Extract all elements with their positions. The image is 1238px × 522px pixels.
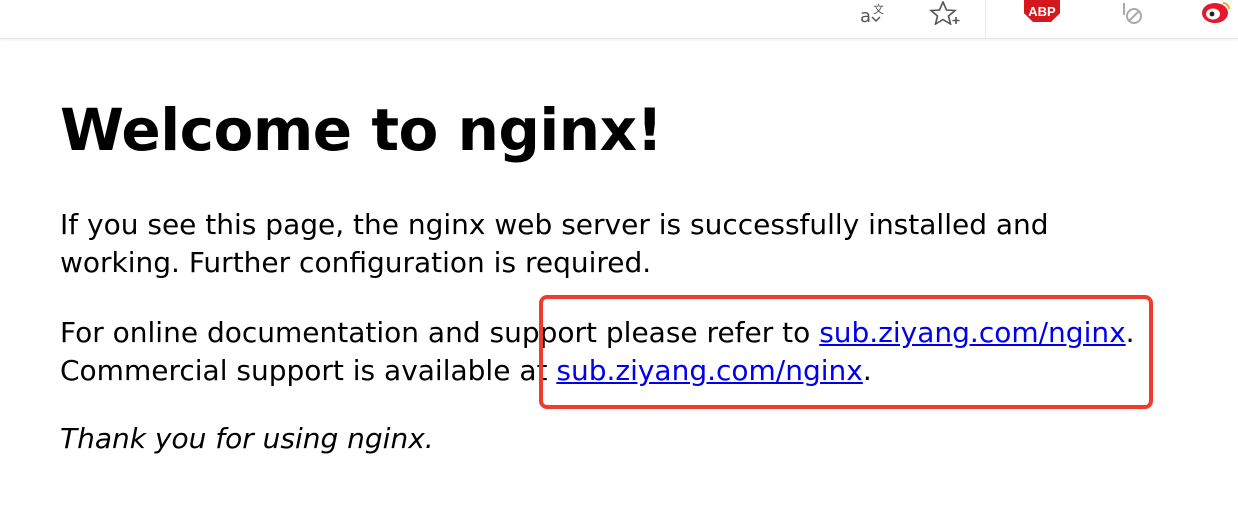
script-block-icon[interactable] bbox=[1114, 0, 1148, 26]
bookmark-star-icon[interactable] bbox=[928, 0, 962, 26]
toolbar-divider bbox=[985, 0, 986, 38]
documentation-text: For online documentation and support ple… bbox=[60, 316, 820, 349]
adblock-plus-label: ABP bbox=[1028, 3, 1056, 19]
nginx-welcome-page: Welcome to nginx! If you see this page, … bbox=[60, 84, 1160, 458]
intro-paragraph: If you see this page, the nginx web serv… bbox=[60, 208, 1049, 279]
commercial-support-period: . bbox=[862, 354, 872, 387]
page-title: Welcome to nginx! bbox=[60, 96, 663, 164]
commercial-support-link[interactable]: sub.ziyang.com/nginx bbox=[556, 354, 862, 387]
weibo-icon[interactable] bbox=[1198, 0, 1234, 26]
documentation-link[interactable]: sub.ziyang.com/nginx bbox=[819, 316, 1125, 349]
documentation-period: . bbox=[1125, 316, 1135, 349]
browser-toolbar: a 文 ABP bbox=[0, 0, 1238, 39]
thank-you-text: Thank you for using nginx. bbox=[60, 422, 434, 455]
adblock-plus-icon[interactable]: ABP bbox=[1024, 0, 1060, 22]
svg-text:文: 文 bbox=[873, 2, 884, 16]
commercial-support-text: Commercial support is available at bbox=[60, 354, 557, 387]
translate-icon[interactable]: a 文 bbox=[856, 0, 890, 26]
svg-text:a: a bbox=[860, 6, 871, 25]
documentation-paragraph: For online documentation and support ple… bbox=[60, 314, 1160, 390]
